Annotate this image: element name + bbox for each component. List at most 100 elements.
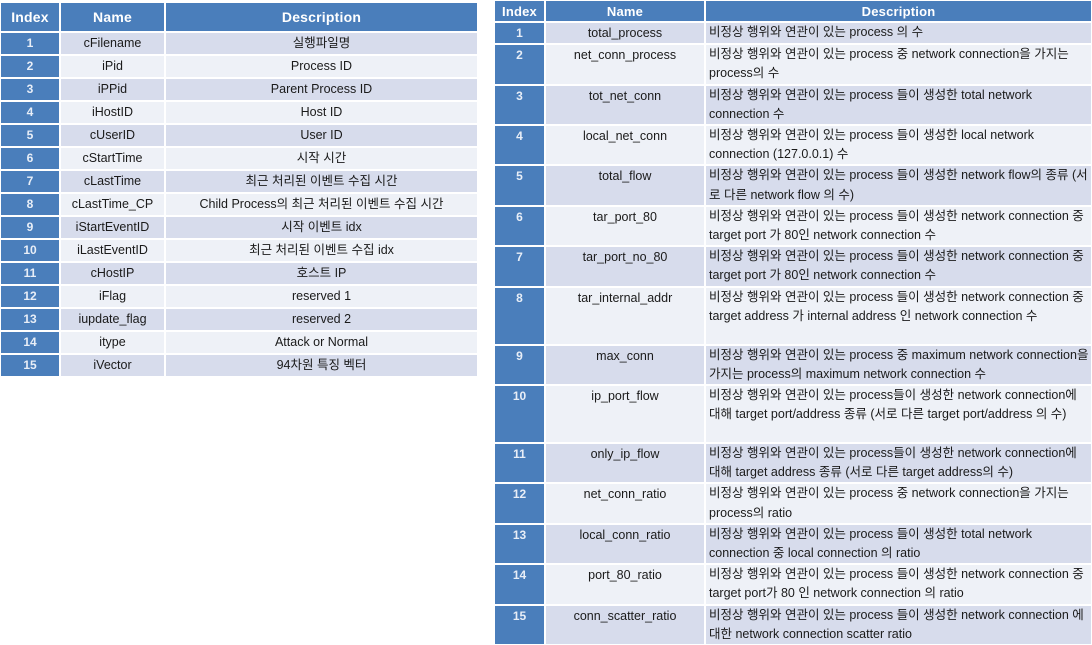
table-row: 7 tar_port_no_80 비정상 행위와 연관이 있는 process 들이…: [494, 246, 1092, 287]
cell-name: iPid: [60, 55, 165, 78]
table-row: 8 cLastTime_CP Child Process의 최근 처리된 이벤트 수…: [0, 193, 478, 216]
cell-description: reserved 1: [165, 285, 478, 308]
cell-name: iStartEventID: [60, 216, 165, 239]
table-row: 5 total_flow 비정상 행위와 연관이 있는 process 들이 생성한…: [494, 165, 1092, 206]
cell-name: tar_internal_addr: [545, 286, 705, 345]
cell-index: 12: [494, 483, 545, 524]
cell-description: Process ID: [165, 55, 478, 78]
cell-index: 4: [494, 125, 545, 166]
cell-index: 13: [494, 523, 545, 565]
cell-index: 6: [494, 205, 545, 247]
cell-name: cUserID: [60, 124, 165, 147]
table-row: 6 tar_port_80 비정상 행위와 연관이 있는 process 들이 생성…: [494, 205, 1092, 247]
table-header-row: Index Name Description: [494, 0, 1092, 22]
cell-name: cStartTime: [60, 147, 165, 170]
cell-description: 비정상 행위와 연관이 있는 process 들이 생성한 network fl…: [705, 165, 1092, 206]
cell-index: 2: [0, 55, 60, 78]
table-row: 10 iLastEventID 최근 처리된 이벤트 수집 idx: [0, 239, 478, 262]
cell-name: iVector: [60, 354, 165, 377]
cell-index: 11: [494, 443, 545, 484]
cell-name: tar_port_no_80: [545, 246, 705, 287]
table-row: 15 conn_scatter_ratio 비정상 행위와 연관이 있는 proce…: [494, 604, 1092, 645]
cell-index: 13: [0, 308, 60, 331]
process-table-body: 1 cFilename 실행파일명 2 iPid Process ID 3 iPPid Pare…: [0, 32, 478, 377]
cell-index: 3: [0, 78, 60, 101]
table-row: 14 itype Attack or Normal: [0, 331, 478, 354]
cell-name: net_conn_process: [545, 44, 705, 85]
cell-name: local_conn_ratio: [545, 523, 705, 565]
cell-index: 15: [494, 604, 545, 645]
cell-index: 12: [0, 285, 60, 308]
cell-description: reserved 2: [165, 308, 478, 331]
cell-description: 비정상 행위와 연관이 있는 process 들이 생성한 network co…: [705, 564, 1092, 605]
cell-index: 8: [0, 193, 60, 216]
cell-description: User ID: [165, 124, 478, 147]
cell-name: net_conn_ratio: [545, 483, 705, 524]
table-header-row: Index Name Description: [0, 2, 478, 32]
cell-name: iupdate_flag: [60, 308, 165, 331]
cell-description: 비정상 행위와 연관이 있는 process 들이 생성한 network co…: [705, 604, 1092, 645]
cell-name: tar_port_80: [545, 205, 705, 247]
cell-index: 10: [494, 385, 545, 444]
cell-index: 11: [0, 262, 60, 285]
column-header-index: Index: [494, 0, 545, 22]
cell-name: conn_scatter_ratio: [545, 604, 705, 645]
cell-name: cHostIP: [60, 262, 165, 285]
page-root: Index Name Description 1 cFilename 실행파일명 2 i…: [0, 0, 1092, 645]
cell-description: 시작 시간: [165, 147, 478, 170]
cell-name: total_process: [545, 22, 705, 45]
cell-description: 비정상 행위와 연관이 있는 process 의 수: [705, 22, 1092, 45]
cell-name: cLastTime: [60, 170, 165, 193]
cell-index: 10: [0, 239, 60, 262]
table-row: 13 iupdate_flag reserved 2: [0, 308, 478, 331]
table-row: 4 local_net_conn 비정상 행위와 연관이 있는 process 들이…: [494, 125, 1092, 166]
cell-description: 비정상 행위와 연관이 있는 process 중 network connect…: [705, 44, 1092, 85]
feature-table: Index Name Description 1 total_process 비정상…: [494, 0, 1092, 645]
cell-index: 5: [0, 124, 60, 147]
cell-index: 7: [0, 170, 60, 193]
cell-name: total_flow: [545, 165, 705, 206]
table-row: 9 iStartEventID 시작 이벤트 idx: [0, 216, 478, 239]
cell-index: 8: [494, 286, 545, 345]
table-row: 11 cHostIP 호스트 IP: [0, 262, 478, 285]
cell-index: 9: [494, 344, 545, 386]
table-row: 9 max_conn 비정상 행위와 연관이 있는 process 중 maximu…: [494, 344, 1092, 386]
cell-description: 비정상 행위와 연관이 있는 process 들이 생성한 total netw…: [705, 84, 1092, 126]
cell-name: max_conn: [545, 344, 705, 386]
cell-description: 비정상 행위와 연관이 있는 process 들이 생성한 network co…: [705, 246, 1092, 287]
cell-description: 비정상 행위와 연관이 있는 process 들이 생성한 network co…: [705, 205, 1092, 247]
cell-description: 비정상 행위와 연관이 있는 process 들이 생성한 network co…: [705, 286, 1092, 345]
table-row: 12 net_conn_ratio 비정상 행위와 연관이 있는 process 중…: [494, 483, 1092, 524]
cell-index: 7: [494, 246, 545, 287]
cell-index: 1: [0, 32, 60, 55]
cell-index: 4: [0, 101, 60, 124]
cell-name: only_ip_flow: [545, 443, 705, 484]
cell-description: 비정상 행위와 연관이 있는 process들이 생성한 network con…: [705, 385, 1092, 444]
cell-index: 14: [0, 331, 60, 354]
table-row: 7 cLastTime 최근 처리된 이벤트 수집 시간: [0, 170, 478, 193]
cell-description: 94차원 특징 벡터: [165, 354, 478, 377]
cell-name: iPPid: [60, 78, 165, 101]
cell-description: 비정상 행위와 연관이 있는 process 중 network connect…: [705, 483, 1092, 524]
cell-description: 비정상 행위와 연관이 있는 process 중 maximum network…: [705, 344, 1092, 386]
cell-description: Attack or Normal: [165, 331, 478, 354]
process-table: Index Name Description 1 cFilename 실행파일명 2 i…: [0, 2, 478, 377]
table-row: 12 iFlag reserved 1: [0, 285, 478, 308]
table-row: 1 total_process 비정상 행위와 연관이 있는 process 의 수: [494, 22, 1092, 45]
table-row: 2 iPid Process ID: [0, 55, 478, 78]
table-row: 2 net_conn_process 비정상 행위와 연관이 있는 process …: [494, 44, 1092, 85]
table-row: 10 ip_port_flow 비정상 행위와 연관이 있는 process들이 생…: [494, 385, 1092, 444]
column-header-name: Name: [545, 0, 705, 22]
table-row: 15 iVector 94차원 특징 벡터: [0, 354, 478, 377]
column-header-name: Name: [60, 2, 165, 32]
cell-name: iLastEventID: [60, 239, 165, 262]
column-header-index: Index: [0, 2, 60, 32]
cell-description: 실행파일명: [165, 32, 478, 55]
feature-table-body: 1 total_process 비정상 행위와 연관이 있는 process 의 수…: [494, 22, 1092, 645]
column-header-description: Description: [705, 0, 1092, 22]
column-header-description: Description: [165, 2, 478, 32]
table-row: 6 cStartTime 시작 시간: [0, 147, 478, 170]
cell-name: iFlag: [60, 285, 165, 308]
table-row: 8 tar_internal_addr 비정상 행위와 연관이 있는 process…: [494, 286, 1092, 345]
cell-index: 2: [494, 44, 545, 85]
